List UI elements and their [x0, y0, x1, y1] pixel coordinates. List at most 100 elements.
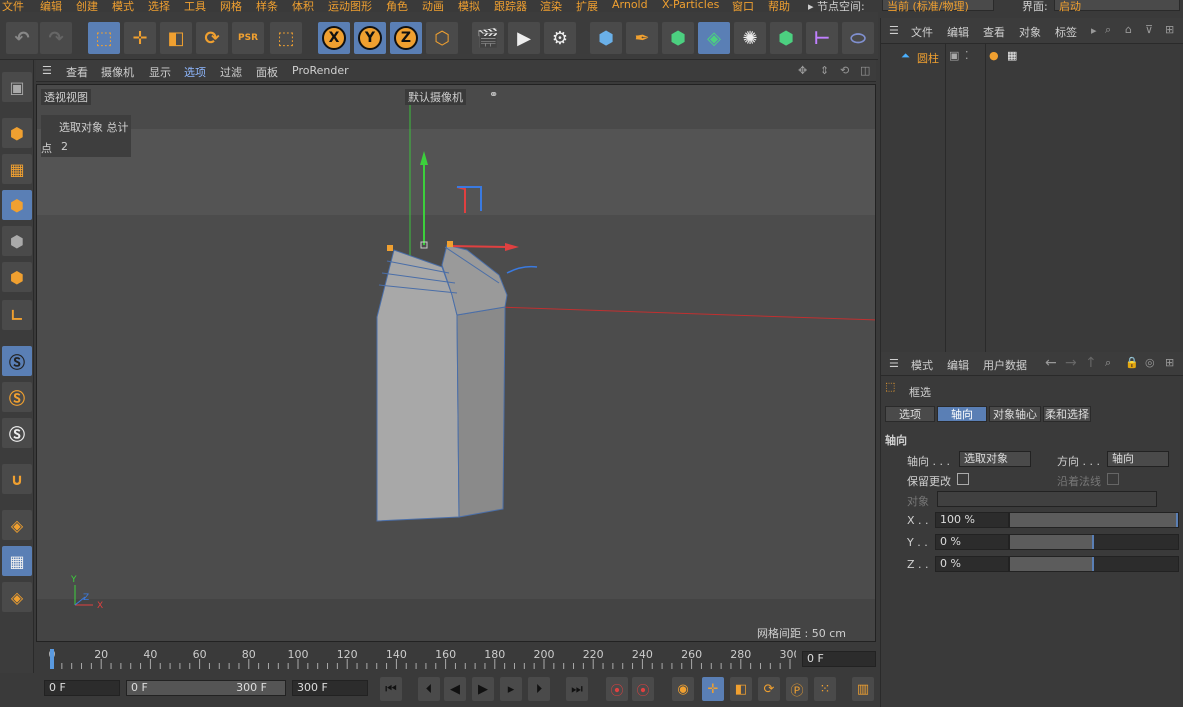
points-mode-button[interactable]: ⬢: [2, 190, 32, 220]
magnet-button[interactable]: ∪: [2, 464, 32, 494]
menu-character[interactable]: 角色: [386, 0, 408, 12]
keep-changes-checkbox[interactable]: [957, 473, 969, 485]
object-visibility-icon[interactable]: ▣: [949, 49, 959, 62]
object-link-field[interactable]: [937, 491, 1157, 507]
om-search-icon[interactable]: ⌕: [1105, 23, 1111, 37]
x-axis-button[interactable]: X: [318, 22, 350, 54]
key-parameter-button[interactable]: Ⓟ: [786, 677, 808, 701]
viewport-menu-display[interactable]: 显示: [149, 64, 171, 80]
menu-window[interactable]: 窗口: [732, 0, 754, 12]
tab-axis[interactable]: 轴向: [937, 406, 987, 422]
cube-button[interactable]: ⬢: [590, 22, 622, 54]
selected-point-1[interactable]: [387, 245, 393, 251]
key-rotation-button[interactable]: ⟳: [758, 677, 780, 701]
menu-spline[interactable]: 样条: [256, 0, 278, 12]
texture-mode-button[interactable]: ▦: [2, 154, 32, 184]
pen-button[interactable]: ✒: [626, 22, 658, 54]
object-manager-menu-icon[interactable]: ☰: [889, 24, 899, 37]
workplane-lock-button[interactable]: ▦: [2, 546, 32, 576]
om-menu-object[interactable]: 对象: [1019, 24, 1041, 40]
autokey-button[interactable]: ⦿: [632, 677, 654, 701]
next-frame-button[interactable]: ▸: [500, 677, 522, 701]
am-up-icon[interactable]: ↑: [1085, 355, 1097, 371]
timeline-window-button[interactable]: ▥: [852, 677, 874, 701]
tab-soft-selection[interactable]: 柔和选择: [1043, 406, 1091, 422]
menu-animation[interactable]: 动画: [422, 0, 444, 12]
viewport-menu-options[interactable]: 选项: [184, 64, 206, 80]
field-button[interactable]: ⊢: [806, 22, 838, 54]
next-key-button[interactable]: ⏵: [528, 677, 550, 701]
om-menu-tag[interactable]: 标签: [1055, 24, 1077, 40]
z-axis-button[interactable]: Z: [390, 22, 422, 54]
y-slider-handle[interactable]: [1092, 535, 1094, 549]
snap-button[interactable]: Ⓢ: [2, 346, 32, 376]
subdivision-button[interactable]: ⬢: [662, 22, 694, 54]
polygons-mode-button[interactable]: ⬢: [2, 262, 32, 292]
prev-frame-button[interactable]: ◀: [444, 677, 466, 701]
move-button[interactable]: ✛: [124, 22, 156, 54]
om-menu-edit[interactable]: 编辑: [947, 24, 969, 40]
mograph-cloner-button[interactable]: ✺: [734, 22, 766, 54]
viewport-move-icon[interactable]: ✥: [798, 64, 807, 77]
z-slider-handle[interactable]: [1092, 557, 1094, 571]
camera-name[interactable]: 默认摄像机: [405, 89, 466, 105]
x-input[interactable]: 100 %: [935, 512, 1009, 528]
extrude-button[interactable]: ◈: [698, 22, 730, 54]
current-frame-field[interactable]: 0 F: [802, 651, 876, 667]
selected-point-2[interactable]: [447, 241, 453, 247]
viewport-menu-panel[interactable]: 面板: [256, 64, 278, 80]
quantize-button[interactable]: Ⓢ: [2, 418, 32, 448]
tab-object-axis[interactable]: 对象轴心: [989, 406, 1041, 422]
recent-tools-button[interactable]: ⬚: [270, 22, 302, 54]
y-input[interactable]: 0 %: [935, 534, 1009, 550]
edges-mode-button[interactable]: ⬢: [2, 226, 32, 256]
menu-volume[interactable]: 体积: [292, 0, 314, 12]
am-menu-user-data[interactable]: 用户数据: [983, 357, 1027, 373]
timeline[interactable]: 0204060801001201401601802002202402602803…: [36, 645, 880, 671]
live-select-button[interactable]: ⬚: [88, 22, 120, 54]
object-dots-icon[interactable]: ⁚: [965, 49, 969, 62]
render-view-button[interactable]: 🎬: [472, 22, 504, 54]
object-name-cylinder[interactable]: 圆柱: [917, 50, 939, 66]
start-frame-field[interactable]: 0 F: [44, 680, 120, 696]
menu-mesh[interactable]: 网格: [220, 0, 242, 12]
direction-dropdown[interactable]: 轴向: [1107, 451, 1169, 467]
x-slider[interactable]: [1009, 512, 1179, 528]
menu-select[interactable]: 选择: [148, 0, 170, 12]
frame-range-slider[interactable]: 0 F 300 F: [126, 680, 286, 696]
menu-edit[interactable]: 编辑: [40, 0, 62, 12]
am-back-icon[interactable]: ←: [1045, 355, 1057, 371]
am-menu-mode[interactable]: 模式: [911, 357, 933, 373]
menu-tracker[interactable]: 跟踪器: [494, 0, 527, 12]
axis-mode-button[interactable]: ∟: [2, 300, 32, 330]
x-slider-handle[interactable]: [1176, 513, 1178, 527]
z-input[interactable]: 0 %: [935, 556, 1009, 572]
go-to-start-button[interactable]: ⏮: [380, 677, 402, 701]
axis-dropdown[interactable]: 选取对象: [959, 451, 1031, 467]
cylinder-object-icon[interactable]: ⏶: [901, 49, 910, 63]
node-space-dropdown[interactable]: 当前 (标准/物理): [882, 0, 994, 12]
viewport-zoom-icon[interactable]: ⇕: [820, 64, 829, 77]
play-button[interactable]: ▶: [472, 677, 494, 701]
record-keys-button[interactable]: ⦿: [606, 677, 628, 701]
om-filter-icon[interactable]: ⊽: [1145, 23, 1153, 36]
key-scale-button[interactable]: ◧: [730, 677, 752, 701]
model-mode-button[interactable]: ⬢: [2, 118, 32, 148]
undo-button[interactable]: ↶: [6, 22, 38, 54]
menu-extensions[interactable]: 扩展: [576, 0, 598, 12]
om-home-icon[interactable]: ⌂: [1125, 23, 1132, 36]
menu-help[interactable]: 帮助: [768, 0, 790, 12]
viewport-menu-filter[interactable]: 过滤: [220, 64, 242, 80]
interface-dropdown[interactable]: 启动: [1054, 0, 1180, 12]
am-search-icon[interactable]: ⌕: [1105, 356, 1111, 370]
cylinder-front-face[interactable]: [376, 249, 460, 522]
along-normals-checkbox[interactable]: [1107, 473, 1119, 485]
am-target-icon[interactable]: ◎: [1145, 356, 1155, 369]
scale-button[interactable]: ◧: [160, 22, 192, 54]
deformer-button[interactable]: ⬢: [770, 22, 802, 54]
go-to-end-button[interactable]: ⏭: [566, 677, 588, 701]
menu-simulate[interactable]: 模拟: [458, 0, 480, 12]
key-position-button[interactable]: ✛: [702, 677, 724, 701]
snap-settings-button[interactable]: Ⓢ: [2, 382, 32, 412]
menu-mograph[interactable]: 运动图形: [328, 0, 372, 12]
